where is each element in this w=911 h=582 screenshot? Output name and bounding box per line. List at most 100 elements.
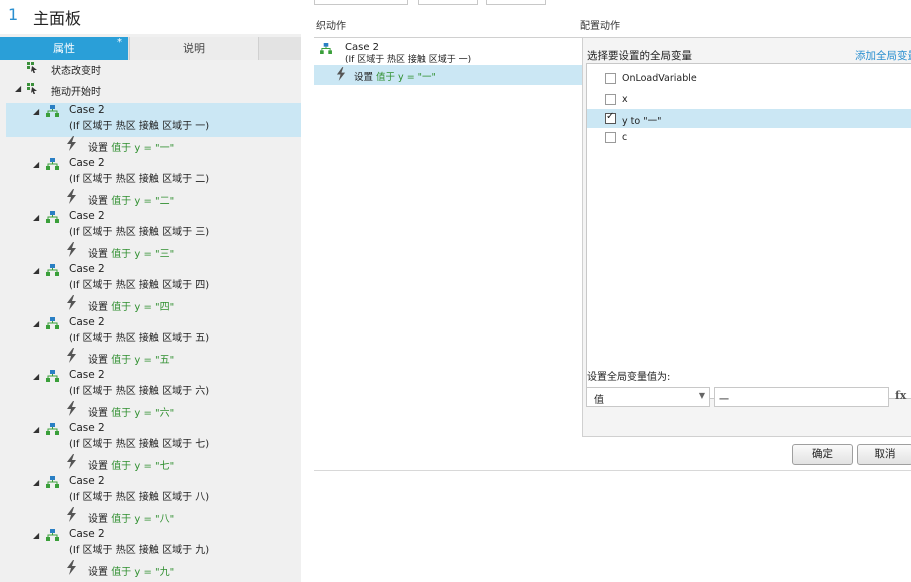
toolbar-field[interactable] [314,0,408,5]
add-global-variable-link[interactable]: 添加全局变量 [855,48,911,63]
toolbar-button[interactable] [486,0,546,5]
lightning-icon [67,507,76,522]
panel-tabs: 属性 * 说明 [0,37,301,60]
case-icon [46,370,59,382]
case-condition: (If 区域于 热区 接触 区域于 二) [69,174,210,185]
case-row[interactable]: ◢ Case 2 (If 区域于 热区 接触 区域于 六) [6,368,301,402]
case-row[interactable]: ◢ Case 2 (If 区域于 热区 接触 区域于 一) [6,103,301,137]
variable-checkbox[interactable] [605,132,616,143]
organize-action-row[interactable]: 设置 值于 y = "一" [314,65,582,85]
event-label: 拖动开始时 [51,87,101,98]
triangle-expand-icon[interactable]: ◢ [33,478,39,487]
lightning-icon [67,189,76,204]
case-row[interactable]: ◢ Case 2 (If 区域于 热区 接触 区域于 三) [6,209,301,243]
toolbar-button[interactable] [418,0,478,5]
variable-checkbox[interactable] [605,94,616,105]
action-prefix: 设置 [88,249,112,260]
lightning-icon [67,401,76,416]
tab-properties-label: 属性 [53,42,75,55]
action-row[interactable]: 设置 值于 y = "四" [0,294,301,313]
lightning-icon [67,136,76,151]
variable-row[interactable]: c [587,128,911,147]
action-prefix: 设置 [88,302,112,313]
variable-label: OnLoadVariable [622,73,697,84]
lightning-icon [67,348,76,363]
configure-action-title: 配置动作 [580,21,620,32]
lightning-icon [67,242,76,257]
ok-button[interactable]: 确定 [792,444,853,465]
case-icon [46,211,59,223]
page-title: 主面板 [33,9,82,28]
case-row[interactable]: ◢ Case 2 (If 区域于 热区 接触 区域于 五) [6,315,301,349]
action-value: 值于 y = "五" [111,355,175,366]
action-label: 设置 值于 y = "一" [354,69,436,83]
triangle-expand-icon[interactable]: ◢ [15,84,21,93]
action-row[interactable]: 设置 值于 y = "七" [0,453,301,472]
action-row[interactable]: 设置 值于 y = "五" [0,347,301,366]
action-value: 值于 y = "七" [111,461,175,472]
tab-properties[interactable]: 属性 * [0,37,128,60]
variable-checkbox[interactable]: ✓ [605,111,616,124]
configure-action-panel: 选择要设置的全局变量 添加全局变量 OnLoadVariable x ✓ y t… [582,37,911,437]
triangle-expand-icon[interactable]: ◢ [33,266,39,275]
action-label: 设置 值于 y = "二" [88,192,174,207]
action-prefix: 设置 [88,196,112,207]
action-row[interactable]: 设置 值于 y = "二" [0,188,301,207]
lightning-icon [67,560,76,575]
case-icon [320,43,332,54]
action-row[interactable]: 设置 值于 y = "六" [0,400,301,419]
case-icon [46,264,59,276]
cancel-button[interactable]: 取消 [857,444,911,465]
case-row[interactable]: ◢ Case 2 (If 区域于 热区 接触 区域于 二) [6,156,301,190]
action-row[interactable]: 设置 值于 y = "八" [0,506,301,525]
triangle-expand-icon[interactable]: ◢ [33,425,39,434]
set-value-label: 设置全局变量值为: [587,372,671,383]
event-flag-icon [27,62,37,73]
variable-row[interactable]: OnLoadVariable [587,69,911,88]
case-name: Case 2 [69,475,105,487]
value-input[interactable]: 一 [714,387,889,407]
case-condition: (If 区域于 热区 接触 区域于 八) [69,492,210,503]
action-row[interactable]: 设置 值于 y = "一" [0,135,301,154]
value-type-select[interactable]: 值 ▼ [586,387,710,407]
case-row[interactable]: ◢ Case 2 (If 区域于 热区 接触 区域于 九) [6,527,301,561]
event-row-state-change[interactable]: 状态改变时 [0,60,301,78]
action-prefix: 设置 [354,72,377,83]
triangle-expand-icon[interactable]: ◢ [33,213,39,222]
triangle-expand-icon[interactable]: ◢ [33,372,39,381]
case-icon [46,423,59,435]
triangle-expand-icon[interactable]: ◢ [33,319,39,328]
variable-checkbox[interactable] [605,73,616,84]
triangle-expand-icon[interactable]: ◢ [33,107,39,116]
tab-notes-label: 说明 [183,42,205,55]
case-row[interactable]: ◢ Case 2 (If 区域于 热区 接触 区域于 七) [6,421,301,455]
case-name: Case 2 [69,316,105,328]
triangle-expand-icon[interactable]: ◢ [33,160,39,169]
case-name: Case 2 [69,422,105,434]
action-label: 设置 值于 y = "七" [88,457,174,472]
action-row[interactable]: 设置 值于 y = "三" [0,241,301,260]
action-label: 设置 值于 y = "一" [88,139,174,154]
tab-notes[interactable]: 说明 [129,37,259,60]
case-name: Case 2 [69,104,105,116]
action-label: 设置 值于 y = "九" [88,563,174,578]
action-label: 设置 值于 y = "八" [88,510,174,525]
variable-row[interactable]: x [587,90,911,109]
event-label: 状态改变时 [51,66,101,77]
case-row[interactable]: ◢ Case 2 (If 区域于 热区 接触 区域于 八) [6,474,301,508]
fx-button[interactable]: fx [895,389,906,402]
action-prefix: 设置 [88,408,112,419]
case-name: Case 2 [69,210,105,222]
action-row[interactable]: 设置 值于 y = "九" [0,559,301,578]
variable-row[interactable]: ✓ y to "一" [587,109,911,128]
action-label: 设置 值于 y = "四" [88,298,174,313]
checkmark-icon: ✓ [606,111,615,122]
case-name: Case 2 [69,263,105,275]
case-row[interactable]: ◢ Case 2 (If 区域于 热区 接触 区域于 四) [6,262,301,296]
triangle-expand-icon[interactable]: ◢ [33,531,39,540]
event-row-drag-start[interactable]: ◢ 拖动开始时 [0,81,301,99]
case-icon [46,529,59,541]
variable-list: OnLoadVariable x ✓ y to "一" c [586,63,911,399]
case-name: Case 2 [69,369,105,381]
case-condition: (If 区域于 热区 接触 区域于 三) [69,227,210,238]
